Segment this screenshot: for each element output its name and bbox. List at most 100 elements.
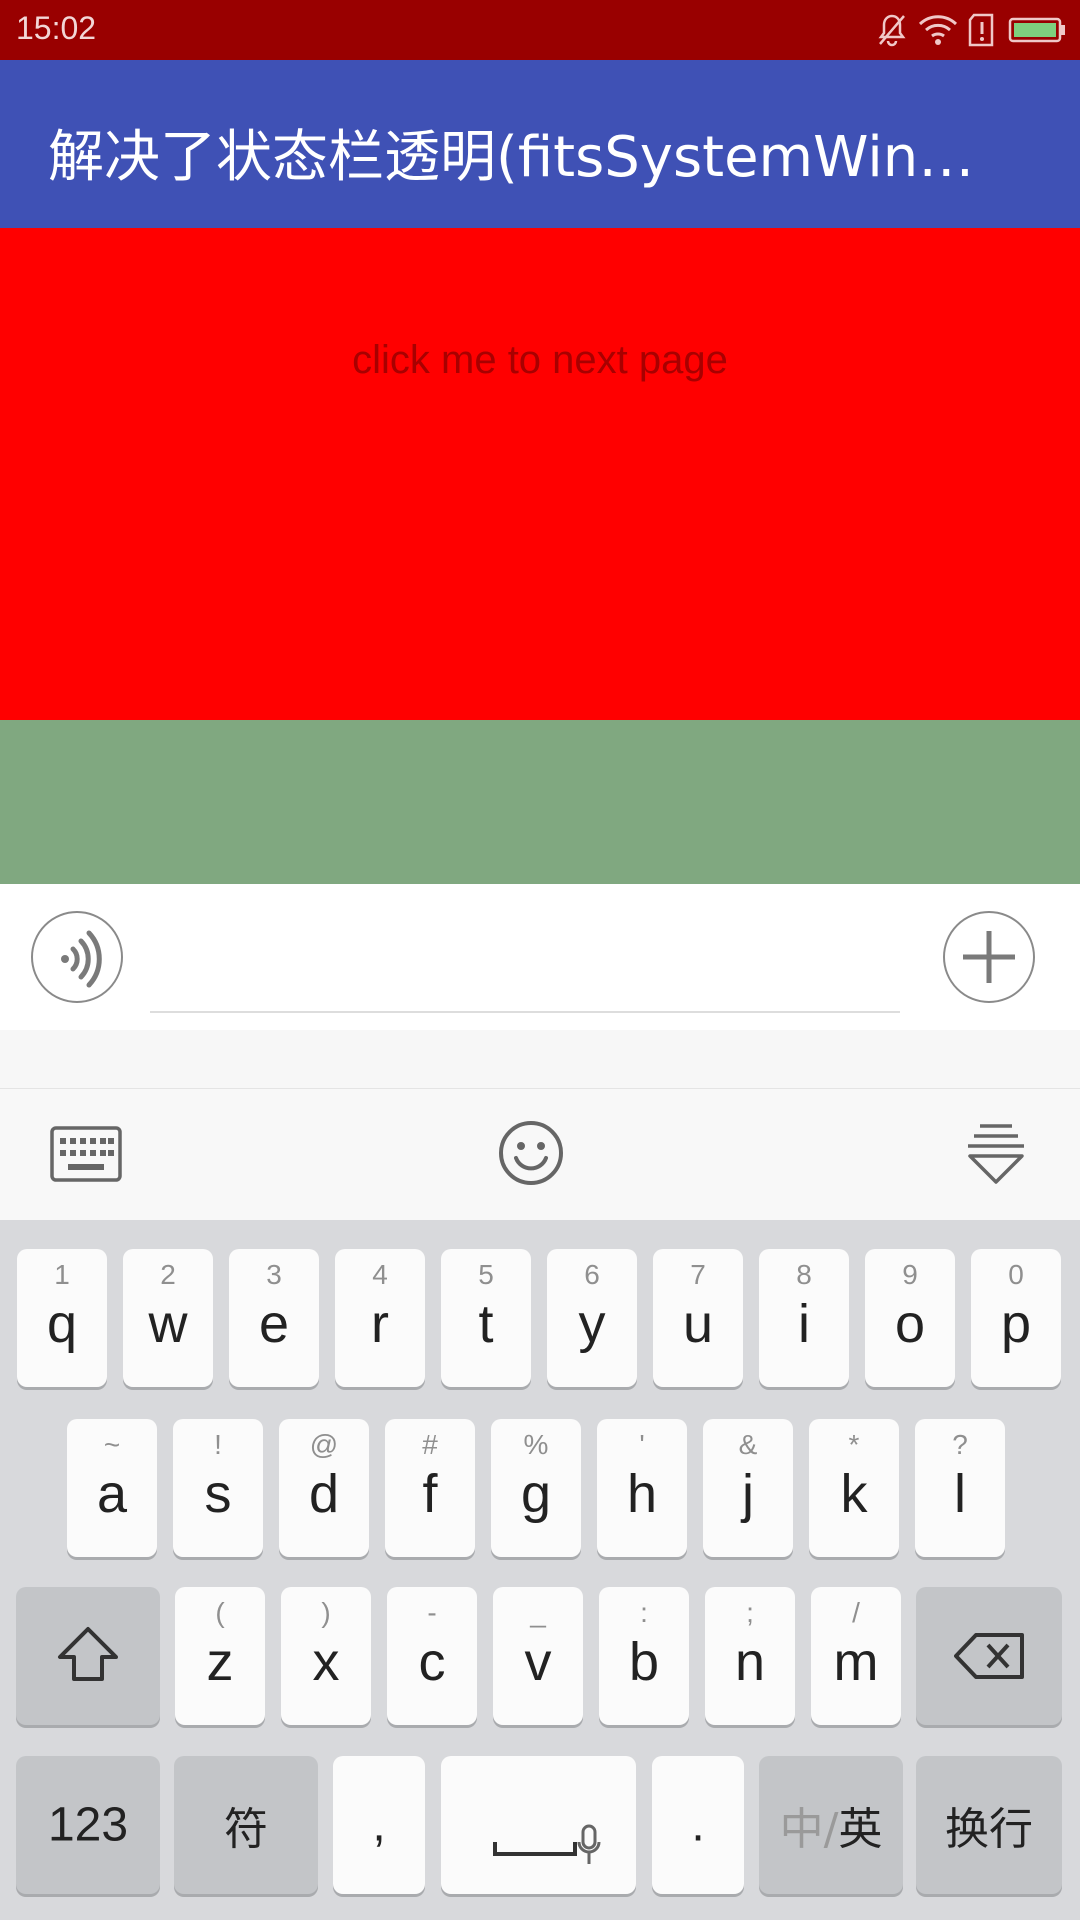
backspace-icon bbox=[954, 1633, 1024, 1679]
key-label: s bbox=[204, 1464, 232, 1524]
backspace-key[interactable] bbox=[916, 1587, 1062, 1725]
input-bar-footer bbox=[0, 1030, 1080, 1088]
emoji-icon[interactable] bbox=[498, 1120, 564, 1186]
key-c[interactable]: -c bbox=[387, 1587, 477, 1725]
key-label: g bbox=[520, 1464, 552, 1524]
key-l[interactable]: ? l bbox=[915, 1419, 1005, 1557]
language-inactive-label: 中/ bbox=[779, 1804, 839, 1855]
key-label: b bbox=[628, 1632, 660, 1692]
key-label: n bbox=[734, 1632, 766, 1692]
add-button[interactable] bbox=[943, 911, 1035, 1003]
key-label: a bbox=[96, 1464, 128, 1524]
voice-button[interactable] bbox=[31, 911, 123, 1003]
key-o[interactable]: 9o bbox=[865, 1249, 955, 1387]
key-hint: ! bbox=[214, 1429, 222, 1460]
space-mic-icon bbox=[493, 1824, 601, 1864]
key-label: j bbox=[742, 1464, 754, 1524]
key-hint: * bbox=[848, 1429, 860, 1460]
key-w[interactable]: 2w bbox=[123, 1249, 213, 1387]
comma-key[interactable]: , bbox=[333, 1756, 425, 1894]
key-e[interactable]: 3e bbox=[229, 1249, 319, 1387]
key-d[interactable]: @ d bbox=[279, 1419, 369, 1557]
key-p[interactable]: 0p bbox=[971, 1249, 1061, 1387]
key-hint: 4 bbox=[372, 1259, 388, 1290]
period-key[interactable]: . bbox=[652, 1756, 744, 1894]
next-page-link[interactable]: click me to next page bbox=[0, 338, 1080, 383]
language-switch-key[interactable]: 中/英 bbox=[759, 1756, 903, 1894]
key-label: z bbox=[206, 1632, 234, 1692]
alert-icon bbox=[968, 13, 994, 47]
key-hint: # bbox=[422, 1429, 438, 1460]
numbers-key[interactable]: 123 bbox=[16, 1756, 160, 1894]
key-label: q bbox=[46, 1294, 78, 1354]
key-y[interactable]: 6y bbox=[547, 1249, 637, 1387]
key-z[interactable]: (z bbox=[175, 1587, 265, 1725]
app-bar: 解决了状态栏透明(fitsSystemWin… bbox=[0, 60, 1080, 228]
key-v[interactable]: _ v bbox=[493, 1587, 583, 1725]
page-title: 解决了状态栏透明(fitsSystemWin… bbox=[48, 125, 975, 190]
enter-key-label: 换行 bbox=[945, 1804, 1033, 1855]
key-hint: ? bbox=[952, 1429, 968, 1460]
key-hint: 2 bbox=[160, 1259, 176, 1290]
key-hint: & bbox=[738, 1429, 758, 1460]
key-hint: ; bbox=[746, 1597, 754, 1628]
key-hint: - bbox=[427, 1597, 437, 1628]
key-label: k bbox=[840, 1464, 868, 1524]
key-m[interactable]: / m bbox=[811, 1587, 901, 1725]
key-s[interactable]: ! s bbox=[173, 1419, 263, 1557]
plus-icon bbox=[963, 931, 1015, 983]
key-a[interactable]: ~ a bbox=[67, 1419, 157, 1557]
message-input[interactable] bbox=[150, 1011, 900, 1013]
key-hint: 7 bbox=[690, 1259, 706, 1290]
keyboard-icon[interactable] bbox=[50, 1126, 122, 1182]
status-time: 15:02 bbox=[16, 10, 97, 46]
key-label: u bbox=[682, 1294, 714, 1354]
key-k[interactable]: * k bbox=[809, 1419, 899, 1557]
key-hint: 5 bbox=[478, 1259, 494, 1290]
key-t[interactable]: 5t bbox=[441, 1249, 531, 1387]
key-label: c bbox=[418, 1632, 446, 1692]
key-label: o bbox=[894, 1294, 926, 1354]
enter-key[interactable]: 换行 bbox=[916, 1756, 1062, 1894]
key-hint: : bbox=[640, 1597, 648, 1628]
key-hint: ) bbox=[321, 1597, 331, 1628]
key-n[interactable]: ; n bbox=[705, 1587, 795, 1725]
red-panel[interactable]: click me to next page bbox=[0, 228, 1080, 720]
key-f[interactable]: # f bbox=[385, 1419, 475, 1557]
status-bar: 15:02 bbox=[0, 0, 1080, 60]
key-hint: 8 bbox=[796, 1259, 812, 1290]
key-x[interactable]: ) x bbox=[281, 1587, 371, 1725]
key-hint: ' bbox=[639, 1429, 645, 1460]
key-r[interactable]: 4r bbox=[335, 1249, 425, 1387]
key-q[interactable]: 1q bbox=[17, 1249, 107, 1387]
key-label: y bbox=[578, 1294, 606, 1354]
key-label: p bbox=[1000, 1294, 1032, 1354]
key-label: r bbox=[371, 1294, 389, 1354]
key-i[interactable]: 8i bbox=[759, 1249, 849, 1387]
key-label: h bbox=[626, 1464, 658, 1524]
numbers-key-label: 123 bbox=[47, 1798, 129, 1852]
key-h[interactable]: ' h bbox=[597, 1419, 687, 1557]
key-label: v bbox=[524, 1632, 552, 1692]
key-label: e bbox=[258, 1294, 290, 1354]
key-label: x bbox=[312, 1632, 340, 1692]
key-j[interactable]: & j bbox=[703, 1419, 793, 1557]
key-label: m bbox=[833, 1632, 879, 1692]
symbols-key[interactable]: 符 bbox=[174, 1756, 318, 1894]
mute-notification-icon bbox=[878, 14, 906, 47]
key-hint: @ bbox=[309, 1429, 339, 1460]
key-g[interactable]: % g bbox=[491, 1419, 581, 1557]
key-label: i bbox=[798, 1294, 810, 1354]
key-hint: / bbox=[852, 1597, 860, 1628]
battery-icon bbox=[1008, 17, 1065, 43]
key-hint: 6 bbox=[584, 1259, 600, 1290]
shift-icon bbox=[58, 1627, 118, 1681]
key-hint: % bbox=[523, 1429, 549, 1460]
space-key[interactable] bbox=[441, 1756, 636, 1894]
key-u[interactable]: 7u bbox=[653, 1249, 743, 1387]
collapse-keyboard-icon[interactable] bbox=[966, 1122, 1026, 1186]
key-b[interactable]: :b bbox=[599, 1587, 689, 1725]
key-label: l bbox=[954, 1464, 966, 1524]
shift-key[interactable] bbox=[16, 1587, 160, 1725]
key-label: f bbox=[422, 1464, 438, 1524]
